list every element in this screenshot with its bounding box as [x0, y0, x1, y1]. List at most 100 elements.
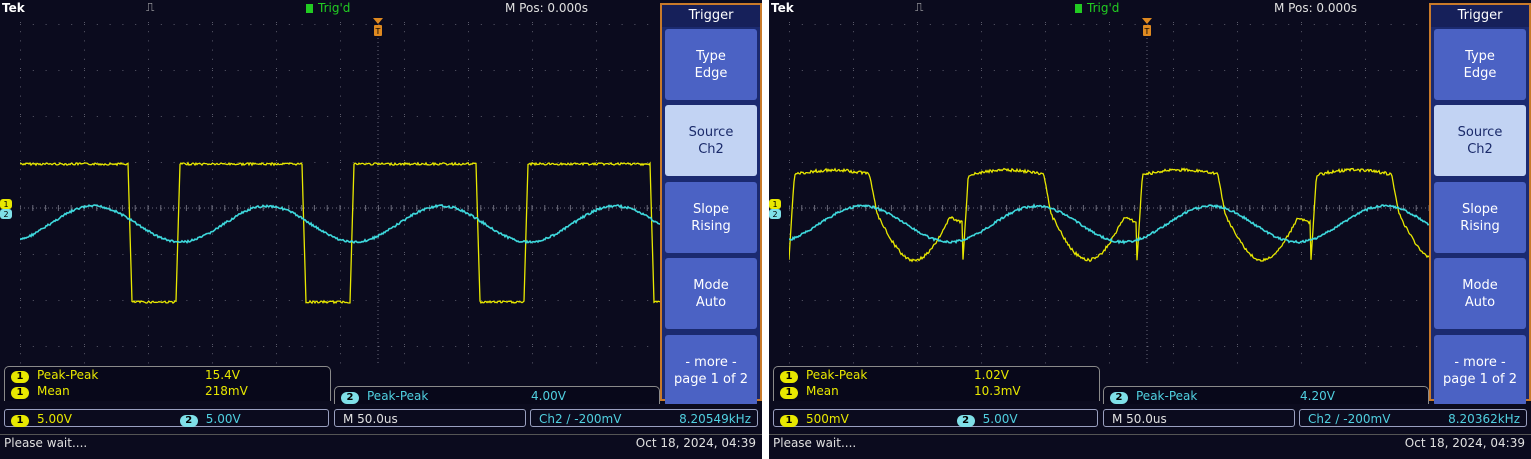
menu-button-value: Ch2: [698, 141, 724, 157]
trigger-info-box[interactable]: Ch2 ∕ -200mV 8.20549kHz: [530, 409, 758, 427]
brand-label: Tek: [771, 1, 794, 15]
status-message: Please wait....: [4, 436, 88, 450]
ch2-measurements-panel: 2 Peak-Peak 4.00V: [334, 386, 660, 405]
trigger-position-marker: T: [1142, 18, 1152, 36]
ch2-scale: 5.00V: [205, 412, 241, 426]
menu-button-label: Type: [1465, 48, 1495, 64]
source-ch2-button[interactable]: Source Ch2: [1434, 105, 1526, 176]
measurement-row: 2 Peak-Peak: [341, 389, 428, 404]
channel-ground-markers[interactable]: 1 2: [769, 199, 787, 221]
trigger-menu-title: Trigger: [662, 5, 760, 27]
menu-button-label: - more -: [1454, 354, 1506, 370]
timebase-value: M 50.0us: [343, 412, 398, 426]
trigger-info-box[interactable]: Ch2 ∕ -200mV 8.20362kHz: [1299, 409, 1527, 427]
measurement-label: Peak-Peak: [806, 368, 868, 382]
menu-button-value: Edge: [694, 65, 728, 81]
datetime: Oct 18, 2024, 04:39: [1404, 436, 1525, 450]
svg-text:1: 1: [3, 200, 8, 209]
measurement-label: Peak-Peak: [367, 389, 429, 403]
channel-scale-box[interactable]: 1 500mV 2 5.00V: [773, 409, 1098, 427]
timebase-box[interactable]: M 50.0us: [334, 409, 526, 427]
message-bar: Please wait.... Oct 18, 2024, 04:39: [0, 434, 762, 452]
more-page-button[interactable]: - more - page 1 of 2: [1434, 335, 1526, 406]
menu-button-value: page 1 of 2: [1443, 371, 1517, 387]
more-page-button[interactable]: - more - page 1 of 2: [665, 335, 757, 406]
measurement-row: 2 Peak-Peak: [1110, 389, 1197, 404]
menu-button-value: Ch2: [1467, 141, 1493, 157]
menu-button-label: Slope: [692, 201, 730, 217]
ch2-badge: 2: [1110, 392, 1128, 404]
measurement-row: 1 Mean 10.3mV: [780, 384, 1021, 400]
ch1-badge: 1: [780, 415, 798, 427]
ch1-badge: 1: [780, 371, 798, 383]
trigger-status: Trig'd: [306, 1, 350, 15]
menu-button-label: Mode: [693, 277, 729, 293]
mode-auto-button[interactable]: Mode Auto: [665, 258, 757, 329]
trigger-status-icon: [306, 4, 313, 13]
datetime: Oct 18, 2024, 04:39: [635, 436, 756, 450]
ch1-badge: 1: [11, 415, 29, 427]
measurement-value: 218mV: [205, 384, 248, 398]
measurement-label: Peak-Peak: [37, 368, 99, 382]
measurement-value: 4.00V: [531, 389, 566, 403]
measurement-label: Peak-Peak: [1136, 389, 1198, 403]
ch1-waveform: [789, 167, 1429, 263]
menu-button-label: Slope: [1461, 201, 1499, 217]
channel-ground-markers[interactable]: 1 2: [0, 199, 18, 221]
horizontal-position: M Pos: 0.000s: [505, 1, 589, 15]
source-ch2-button[interactable]: Source Ch2: [665, 105, 757, 176]
timebase-box[interactable]: M 50.0us: [1103, 409, 1295, 427]
trigger-status-icon: [1075, 4, 1082, 13]
ch1-badge: 1: [780, 387, 798, 399]
menu-button-label: Type: [696, 48, 726, 64]
trigger-level: Ch2 ∕ -200mV: [1308, 412, 1391, 426]
message-bar: Please wait.... Oct 18, 2024, 04:39: [769, 434, 1531, 452]
measurement-row: 1 Mean 218mV: [11, 384, 248, 400]
acquire-mode-icon: ⎍: [146, 0, 155, 14]
svg-text:T: T: [375, 27, 381, 36]
svg-text:2: 2: [3, 210, 8, 219]
measurement-label: Mean: [37, 384, 70, 398]
menu-button-value: Auto: [1464, 294, 1496, 310]
menu-button-label: Mode: [1462, 277, 1498, 293]
brand-label: Tek: [2, 1, 25, 15]
slope-rising-button[interactable]: Slope Rising: [1434, 182, 1526, 253]
graticule-grid: [20, 18, 660, 364]
measurement-row: 1 Peak-Peak 1.02V: [780, 368, 1009, 384]
trigger-frequency: 8.20362kHz: [1448, 412, 1520, 426]
measurement-label: Mean: [806, 384, 839, 398]
type-edge-button[interactable]: Type Edge: [1434, 29, 1526, 100]
waveform-graticule: T: [20, 18, 660, 364]
menu-button-value: Edge: [1463, 65, 1497, 81]
measurement-value: 15.4V: [205, 368, 240, 382]
menu-button-value: page 1 of 2: [674, 371, 748, 387]
graticule-svg: T: [789, 18, 1429, 364]
trigger-status-label: Trig'd: [1087, 1, 1120, 15]
slope-rising-button[interactable]: Slope Rising: [665, 182, 757, 253]
trigger-frequency: 8.20549kHz: [679, 412, 751, 426]
graticule-grid: [789, 18, 1429, 364]
ch1-badge: 1: [11, 387, 29, 399]
measurement-value: 4.20V: [1300, 389, 1335, 403]
menu-button-value: Rising: [1460, 218, 1500, 234]
ch1-waveform: [20, 161, 660, 305]
ch2-badge: 2: [956, 415, 975, 427]
menu-button-value: Auto: [695, 294, 727, 310]
trigger-status: Trig'd: [1075, 1, 1119, 15]
mode-auto-button[interactable]: Mode Auto: [1434, 258, 1526, 329]
channel-scale-box[interactable]: 1 5.00V 2 5.00V: [4, 409, 329, 427]
type-edge-button[interactable]: Type Edge: [665, 29, 757, 100]
ch1-badge: 1: [11, 371, 29, 383]
measurement-row: 1 Peak-Peak 15.4V: [11, 368, 240, 384]
ch2-scale: 5.00V: [982, 412, 1018, 426]
menu-button-label: Source: [688, 124, 734, 140]
menu-button-label: Source: [1457, 124, 1503, 140]
ch2-badge: 2: [341, 392, 359, 404]
top-status-bar: Tek ⎍ Trig'd M Pos: 0.000s: [0, 0, 660, 17]
menu-button-label: - more -: [685, 354, 737, 370]
trigger-menu: Trigger Type Edge Source Ch2 Slope Rising M…: [660, 3, 762, 406]
ch1-measurements-panel: 1 Peak-Peak 1.02V 1 Mean 10.3mV: [773, 366, 1100, 401]
svg-text:2: 2: [772, 210, 777, 219]
menu-button-value: Rising: [691, 218, 731, 234]
trigger-status-label: Trig'd: [318, 1, 351, 15]
